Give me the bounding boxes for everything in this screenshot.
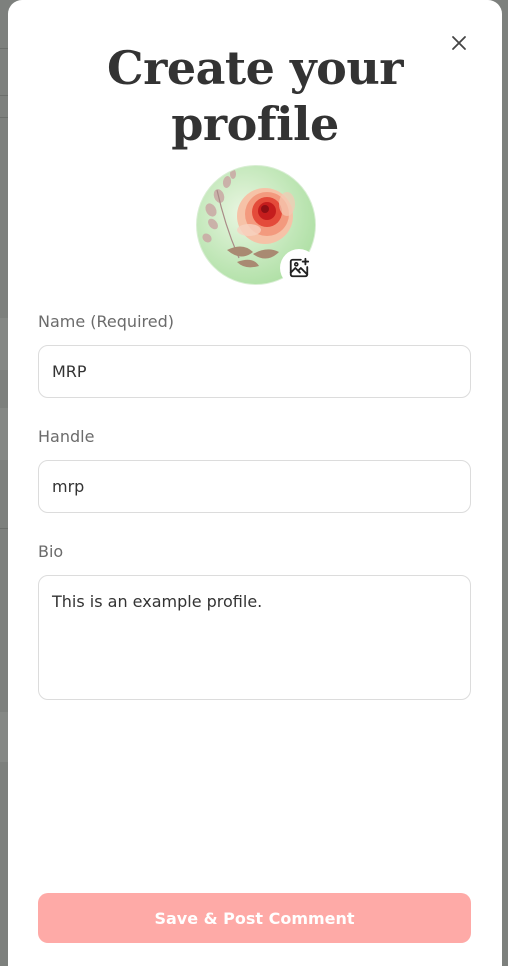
backdrop-block bbox=[0, 408, 8, 460]
name-label: Name (Required) bbox=[38, 312, 174, 331]
handle-field[interactable] bbox=[38, 460, 471, 513]
bio-field[interactable]: This is an example profile. bbox=[38, 575, 471, 700]
backdrop-block bbox=[0, 712, 8, 762]
backdrop-block bbox=[0, 318, 8, 370]
backdrop-divider bbox=[0, 117, 8, 118]
save-and-post-comment-button[interactable]: Save & Post Comment bbox=[38, 893, 471, 943]
title-line-1: Create your bbox=[106, 41, 404, 95]
backdrop-divider bbox=[0, 528, 8, 529]
backdrop-divider bbox=[0, 95, 8, 96]
bio-label: Bio bbox=[38, 542, 64, 561]
backdrop-divider bbox=[0, 48, 8, 49]
image-plus-icon bbox=[289, 257, 310, 278]
page-title: Create your profile bbox=[8, 40, 502, 152]
create-profile-modal: Create your profile Name (Required) MRP … bbox=[8, 0, 502, 966]
title-line-2: profile bbox=[171, 97, 339, 151]
handle-label: Handle bbox=[38, 427, 95, 446]
change-avatar-button[interactable] bbox=[280, 249, 318, 287]
avatar-uploader[interactable] bbox=[196, 165, 318, 287]
name-field[interactable] bbox=[38, 345, 471, 398]
